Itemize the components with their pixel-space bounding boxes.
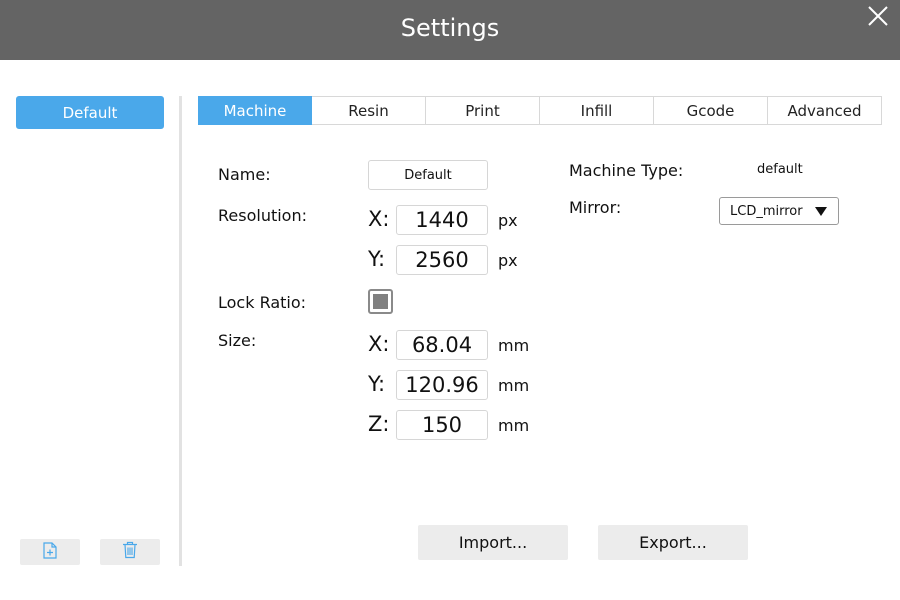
resolution-y-label: Y: bbox=[368, 247, 386, 271]
machine-name-field[interactable]: Default bbox=[368, 160, 488, 190]
dropdown-arrow-icon bbox=[815, 207, 827, 216]
size-label: Size: bbox=[218, 331, 257, 350]
trash-icon bbox=[122, 541, 138, 563]
tab-infill[interactable]: Infill bbox=[540, 96, 654, 125]
resolution-y-unit: px bbox=[498, 251, 518, 270]
name-label: Name: bbox=[218, 165, 271, 184]
export-button[interactable]: Export... bbox=[598, 525, 748, 560]
mirror-label: Mirror: bbox=[569, 198, 622, 217]
resolution-label: Resolution: bbox=[218, 206, 307, 225]
size-y-label: Y: bbox=[368, 372, 386, 396]
size-y-input[interactable]: 120.96 bbox=[396, 370, 488, 400]
mirror-select[interactable]: LCD_mirror bbox=[719, 197, 839, 225]
size-x-unit: mm bbox=[498, 336, 530, 355]
profile-item-label: Default bbox=[62, 103, 118, 122]
size-z-input[interactable]: 150 bbox=[396, 410, 488, 440]
add-profile-button[interactable] bbox=[20, 539, 80, 565]
profile-item-default[interactable]: Default bbox=[16, 96, 164, 129]
close-icon[interactable] bbox=[866, 4, 890, 28]
resolution-y-input[interactable]: 2560 bbox=[396, 245, 488, 275]
machine-type-label: Machine Type: bbox=[569, 161, 684, 180]
resolution-x-input[interactable]: 1440 bbox=[396, 205, 488, 235]
tab-gcode[interactable]: Gcode bbox=[654, 96, 768, 125]
resolution-x-label: X: bbox=[368, 207, 390, 231]
mirror-select-value: LCD_mirror bbox=[730, 203, 803, 219]
import-button[interactable]: Import... bbox=[418, 525, 568, 560]
settings-tabs: Machine Resin Print Infill Gcode Advance… bbox=[198, 96, 882, 125]
window-title: Settings bbox=[400, 14, 500, 42]
tab-print[interactable]: Print bbox=[426, 96, 540, 125]
title-bar: Settings bbox=[0, 0, 900, 60]
sidebar-divider bbox=[179, 96, 182, 566]
size-x-input[interactable]: 68.04 bbox=[396, 330, 488, 360]
size-z-label: Z: bbox=[368, 412, 390, 436]
size-x-label: X: bbox=[368, 332, 390, 356]
lock-ratio-checkbox[interactable] bbox=[368, 289, 393, 314]
size-y-unit: mm bbox=[498, 376, 530, 395]
machine-type-value: default bbox=[757, 162, 803, 177]
checkbox-checked-mark bbox=[373, 294, 388, 309]
file-add-icon bbox=[43, 541, 57, 563]
size-z-unit: mm bbox=[498, 416, 530, 435]
tab-machine[interactable]: Machine bbox=[198, 96, 312, 125]
lock-ratio-label: Lock Ratio: bbox=[218, 293, 307, 312]
tab-resin[interactable]: Resin bbox=[312, 96, 426, 125]
tab-advanced[interactable]: Advanced bbox=[768, 96, 882, 125]
resolution-x-unit: px bbox=[498, 211, 518, 230]
delete-profile-button[interactable] bbox=[100, 539, 160, 565]
